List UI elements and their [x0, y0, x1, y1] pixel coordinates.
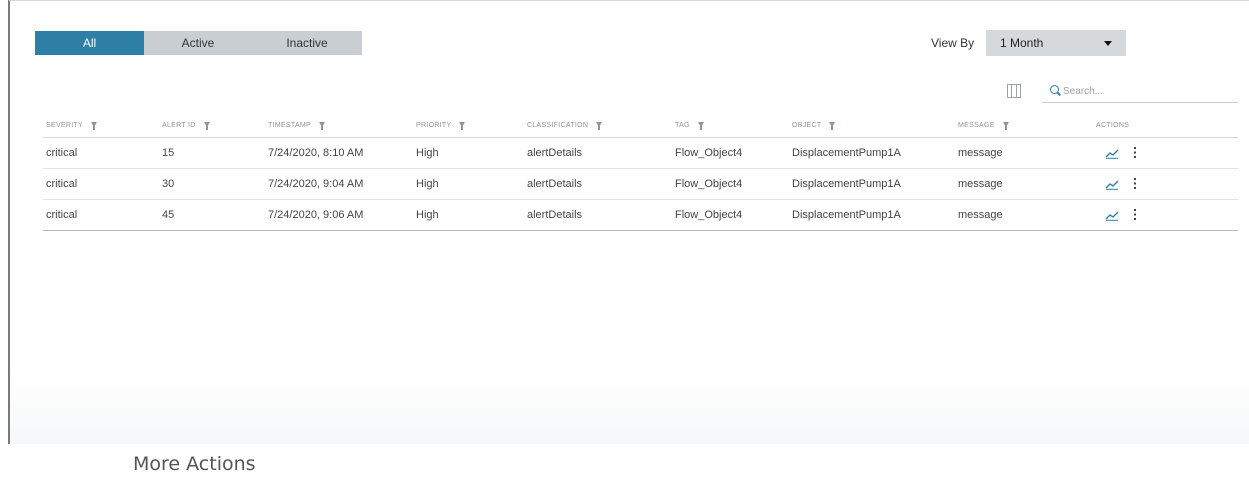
col-header-label: SEVERITY: [46, 121, 84, 129]
object-cell: DisplacementPump1A: [789, 137, 955, 169]
alerts-panel: All Active Inactive View By 1 Month SEVE…: [8, 0, 1249, 444]
filter-icon[interactable]: [459, 122, 466, 131]
message-cell: message: [955, 199, 1062, 231]
classification-cell: alertDetails: [524, 137, 672, 169]
tab-inactive[interactable]: Inactive: [252, 31, 362, 55]
priority-cell: High: [413, 199, 524, 231]
actions-cell: [1062, 168, 1238, 200]
filter-icon[interactable]: [319, 122, 326, 131]
col-header-label: TIMESTAMP: [268, 121, 312, 129]
table-header-row: SEVERITY ALERT ID TIMESTAMP PRIORITY CLA…: [43, 113, 1238, 138]
chevron-down-icon: [1104, 41, 1112, 46]
trend-chart-icon[interactable]: [1105, 210, 1119, 221]
search-icon: [1050, 85, 1059, 94]
status-tabs: All Active Inactive: [35, 31, 362, 55]
message-cell: message: [955, 137, 1062, 169]
col-header-tag: TAG: [672, 113, 789, 138]
alert-id-cell: 30: [159, 168, 265, 200]
timestamp-cell: 7/24/2020, 9:06 AM: [265, 199, 413, 231]
table-row[interactable]: critical 15 7/24/2020, 8:10 AM High aler…: [43, 137, 1238, 169]
more-actions-icon[interactable]: [1132, 178, 1138, 190]
table-row[interactable]: critical 30 7/24/2020, 9:04 AM High aler…: [43, 168, 1238, 200]
trend-chart-icon[interactable]: [1105, 148, 1119, 159]
view-by-value: 1 Month: [1000, 36, 1044, 50]
caption-more-actions: More Actions: [133, 453, 256, 475]
actions-cell: [1062, 137, 1238, 169]
trend-chart-icon[interactable]: [1105, 179, 1119, 190]
col-header-alert-id: ALERT ID: [159, 113, 265, 138]
tag-cell: Flow_Object4: [672, 168, 789, 200]
object-cell: DisplacementPump1A: [789, 168, 955, 200]
more-actions-icon[interactable]: [1132, 209, 1138, 221]
classification-cell: alertDetails: [524, 168, 672, 200]
col-header-classification: CLASSIFICATION: [524, 113, 672, 138]
filter-icon[interactable]: [1002, 122, 1009, 131]
columns-toggle-icon[interactable]: [1007, 84, 1021, 98]
search-box: [1042, 79, 1238, 103]
classification-cell: alertDetails: [524, 199, 672, 231]
col-header-priority: PRIORITY: [413, 113, 524, 138]
col-header-actions: ACTIONS: [1062, 113, 1238, 138]
filter-icon[interactable]: [91, 122, 98, 131]
severity-cell: critical: [43, 199, 159, 231]
filter-icon[interactable]: [697, 122, 704, 131]
col-header-label: TAG: [675, 121, 690, 129]
col-header-label: OBJECT: [792, 121, 822, 129]
timestamp-cell: 7/24/2020, 9:04 AM: [265, 168, 413, 200]
col-header-object: OBJECT: [789, 113, 955, 138]
col-header-timestamp: TIMESTAMP: [265, 113, 413, 138]
col-header-label: PRIORITY: [416, 121, 452, 129]
priority-cell: High: [413, 168, 524, 200]
col-header-label: ALERT ID: [162, 121, 196, 129]
view-by-label: View By: [931, 36, 975, 50]
more-actions-icon[interactable]: [1132, 147, 1138, 159]
table-row[interactable]: critical 45 7/24/2020, 9:06 AM High aler…: [43, 199, 1238, 231]
filter-icon[interactable]: [203, 122, 210, 131]
alert-id-cell: 45: [159, 199, 265, 231]
col-header-message: MESSAGE: [955, 113, 1062, 138]
object-cell: DisplacementPump1A: [789, 199, 955, 231]
col-header-severity: SEVERITY: [43, 113, 159, 138]
alert-id-cell: 15: [159, 137, 265, 169]
col-header-label: CLASSIFICATION: [527, 121, 589, 129]
message-cell: message: [955, 168, 1062, 200]
view-by-select[interactable]: 1 Month: [986, 30, 1126, 56]
tab-all[interactable]: All: [35, 31, 144, 55]
alerts-table: SEVERITY ALERT ID TIMESTAMP PRIORITY CLA…: [43, 113, 1238, 231]
tag-cell: Flow_Object4: [672, 199, 789, 231]
filter-icon[interactable]: [596, 122, 603, 131]
severity-cell: critical: [43, 137, 159, 169]
tab-active[interactable]: Active: [144, 31, 252, 55]
priority-cell: High: [413, 137, 524, 169]
search-input[interactable]: [1061, 81, 1235, 101]
tag-cell: Flow_Object4: [672, 137, 789, 169]
timestamp-cell: 7/24/2020, 8:10 AM: [265, 137, 413, 169]
filter-icon[interactable]: [829, 122, 836, 131]
severity-cell: critical: [43, 168, 159, 200]
actions-cell: [1062, 199, 1238, 231]
col-header-label: MESSAGE: [958, 121, 995, 129]
col-header-label: ACTIONS: [1096, 121, 1130, 129]
